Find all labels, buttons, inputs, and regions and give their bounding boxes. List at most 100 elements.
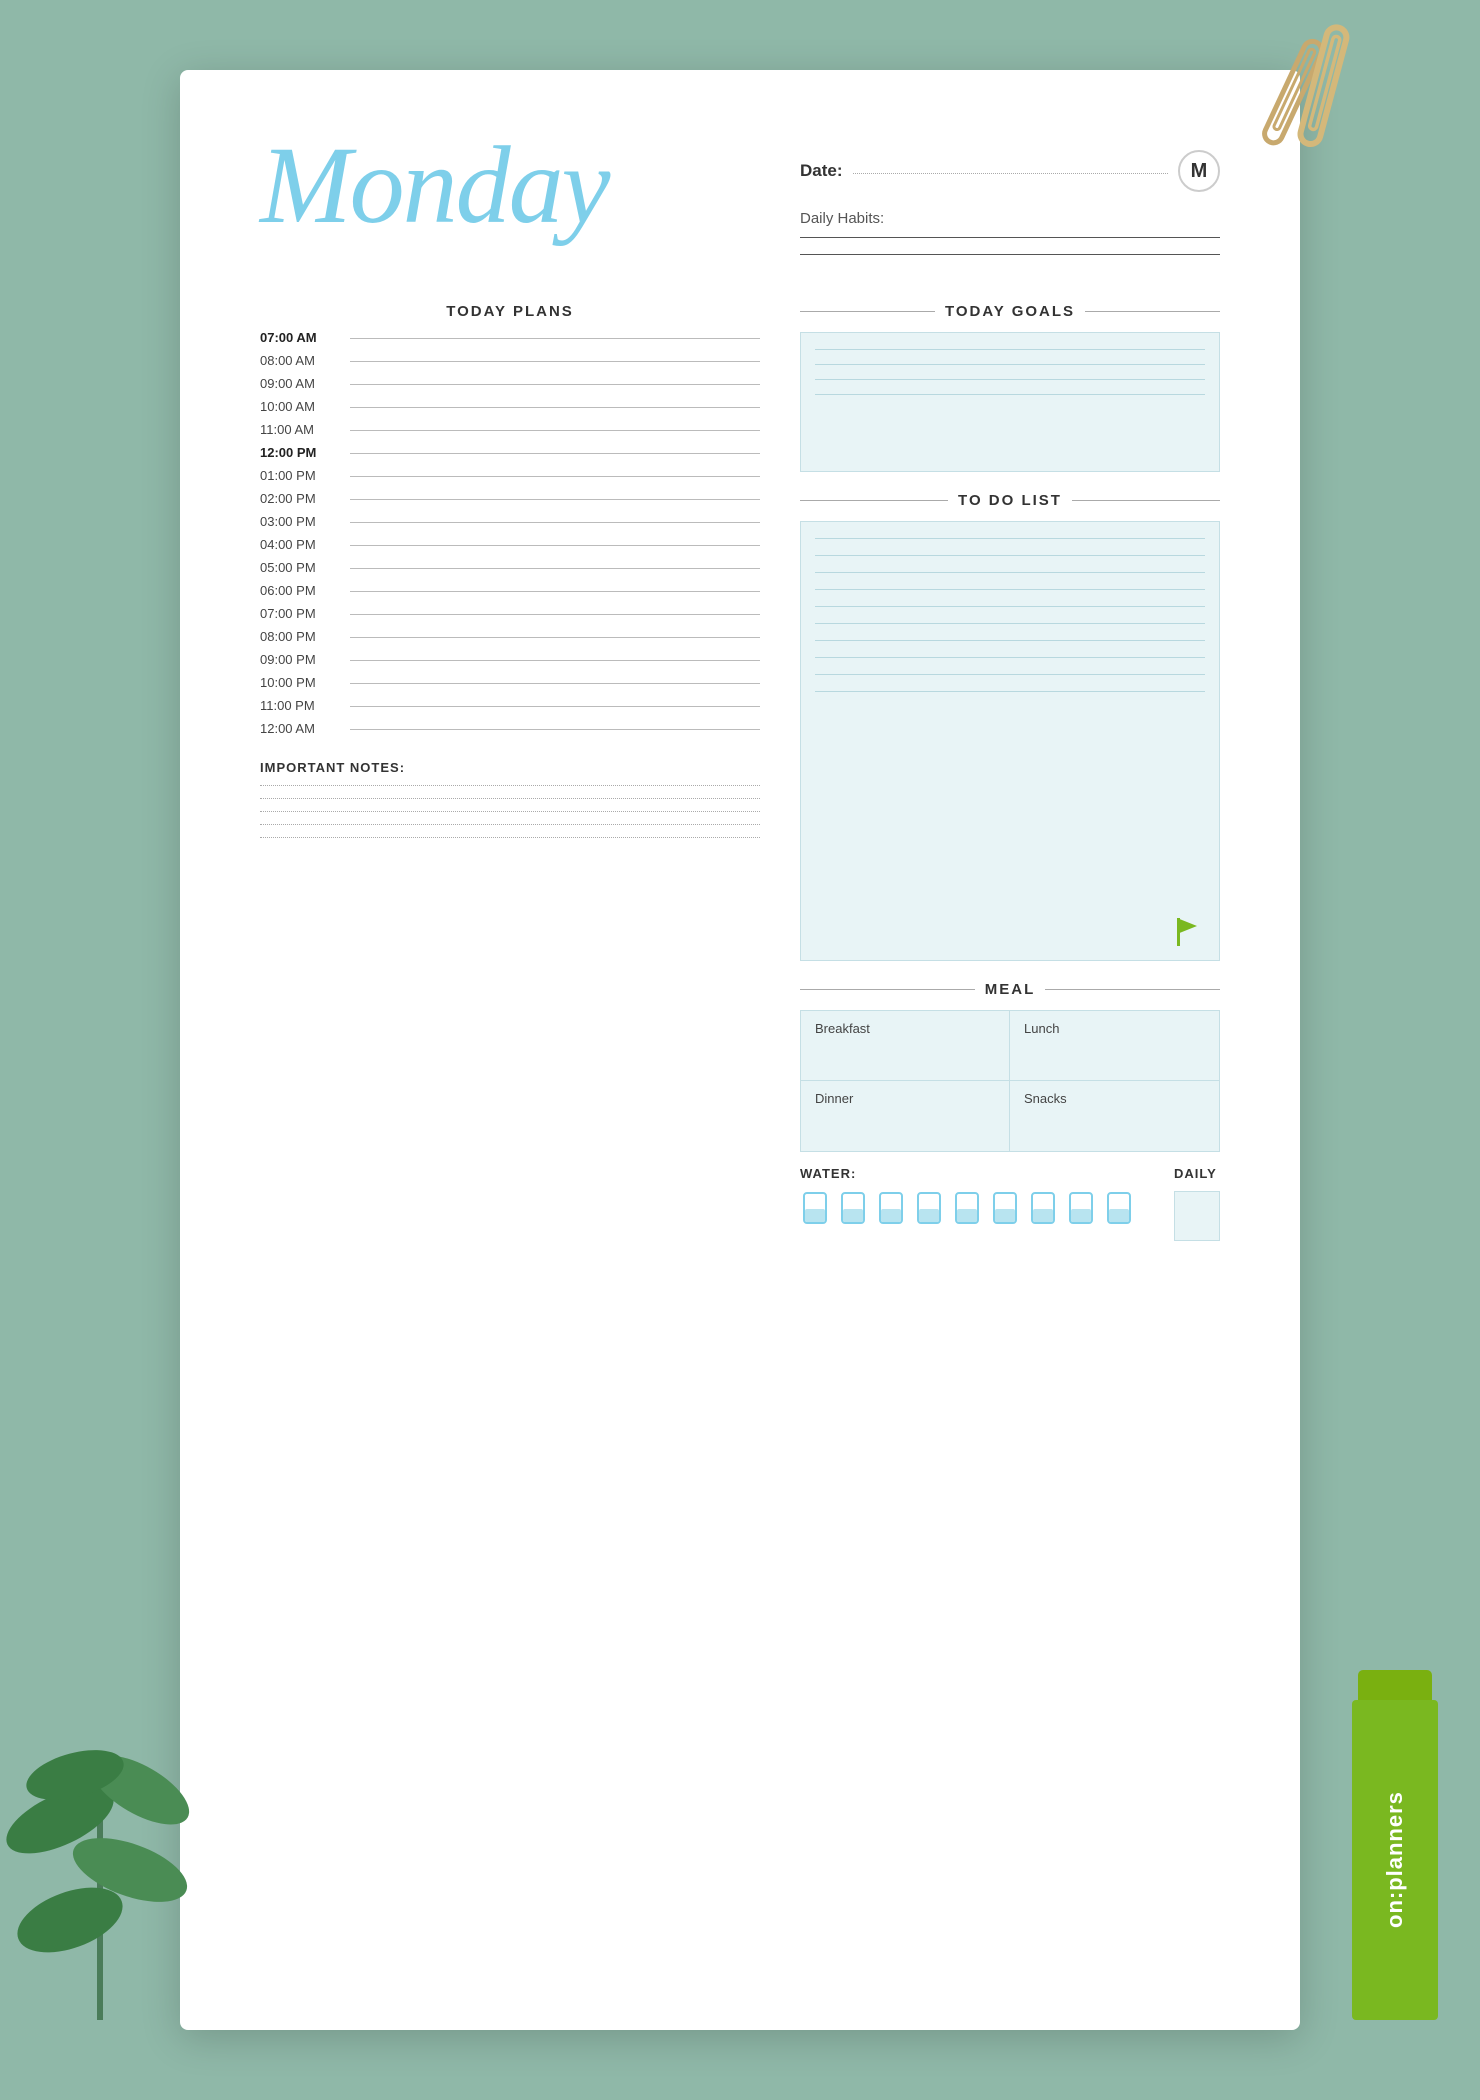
todo-section: TO DO LIST [800, 492, 1220, 961]
time-label: 12:00 AM [260, 721, 340, 736]
daily-right: DAILY [1174, 1166, 1220, 1241]
water-glass-icon [1066, 1191, 1096, 1227]
water-glass-icon [800, 1191, 830, 1227]
todo-line-5 [815, 606, 1205, 607]
time-slot: 02:00 PM [260, 491, 760, 506]
time-line [350, 361, 760, 362]
water-glasses [800, 1191, 1134, 1227]
date-row: Date: M [800, 150, 1220, 192]
todo-title: TO DO LIST [958, 492, 1062, 509]
water-section: WATER: DAILY [800, 1166, 1220, 1241]
today-plans-title: TODAY PLANS [260, 303, 760, 320]
time-label: 07:00 AM [260, 330, 340, 345]
todo-line-4 [815, 589, 1205, 590]
time-line [350, 476, 760, 477]
green-flag-icon [1177, 918, 1205, 946]
todo-divider-line-right [1072, 500, 1220, 501]
meal-divider: MEAL [800, 981, 1220, 998]
goals-line-4 [815, 394, 1205, 395]
time-slot: 08:00 AM [260, 353, 760, 368]
date-line [853, 173, 1168, 174]
goals-line-2 [815, 364, 1205, 365]
meal-grid: Breakfast Lunch Dinner Snacks [800, 1010, 1220, 1152]
todo-line-10 [815, 691, 1205, 692]
time-line [350, 729, 760, 730]
time-label: 10:00 AM [260, 399, 340, 414]
todo-box [800, 521, 1220, 961]
meal-divider-line-left [800, 989, 975, 990]
time-label: 02:00 PM [260, 491, 340, 506]
todo-line-9 [815, 674, 1205, 675]
water-glass-icon [914, 1191, 944, 1227]
time-label: 01:00 PM [260, 468, 340, 483]
habits-line-1 [800, 237, 1220, 238]
time-label: 08:00 PM [260, 629, 340, 644]
day-title-container: Monday [260, 130, 608, 240]
important-notes: IMPORTANT NOTES: [260, 760, 760, 838]
water-glass-icon [952, 1191, 982, 1227]
todo-line-1 [815, 538, 1205, 539]
time-label: 09:00 PM [260, 652, 340, 667]
notes-line-3 [260, 811, 760, 812]
habits-line-2 [800, 254, 1220, 255]
today-goals-title: TODAY GOALS [945, 303, 1075, 320]
daily-box [1174, 1191, 1220, 1241]
time-line [350, 338, 760, 339]
important-notes-title: IMPORTANT NOTES: [260, 760, 760, 775]
goals-divider: TODAY GOALS [800, 303, 1220, 320]
brand-label: on:planners [1352, 1700, 1438, 2020]
goals-line-1 [815, 349, 1205, 350]
time-slot: 09:00 AM [260, 376, 760, 391]
time-label: 08:00 AM [260, 353, 340, 368]
time-label: 07:00 PM [260, 606, 340, 621]
time-slot: 05:00 PM [260, 560, 760, 575]
header-section: Monday Date: M Daily Habits: [260, 130, 1220, 263]
time-label: 11:00 AM [260, 422, 340, 437]
water-glass-icon [876, 1191, 906, 1227]
time-label: 10:00 PM [260, 675, 340, 690]
time-line [350, 384, 760, 385]
todo-line-3 [815, 572, 1205, 573]
todo-divider-line-left [800, 500, 948, 501]
time-line [350, 683, 760, 684]
time-slot: 01:00 PM [260, 468, 760, 483]
time-slot: 10:00 AM [260, 399, 760, 414]
date-label: Date: [800, 161, 843, 181]
time-label: 03:00 PM [260, 514, 340, 529]
time-label: 06:00 PM [260, 583, 340, 598]
todo-line-8 [815, 657, 1205, 658]
time-slot: 08:00 PM [260, 629, 760, 644]
time-slot: 09:00 PM [260, 652, 760, 667]
time-slot: 11:00 AM [260, 422, 760, 437]
goals-box [800, 332, 1220, 472]
paperclips-decoration [1220, 20, 1420, 180]
time-label: 05:00 PM [260, 560, 340, 575]
planner-paper: Monday Date: M Daily Habits: TODAY PLANS… [180, 70, 1300, 2030]
water-left: WATER: [800, 1166, 1134, 1227]
left-column: TODAY PLANS 07:00 AM 08:00 AM 09:00 AM 10:0… [260, 303, 760, 1241]
time-line [350, 407, 760, 408]
daily-title: DAILY [1174, 1166, 1220, 1181]
time-label: 12:00 PM [260, 445, 340, 460]
meal-cell-dinner: Dinner [801, 1081, 1010, 1151]
todo-line-7 [815, 640, 1205, 641]
time-slot: 12:00 PM [260, 445, 760, 460]
main-content: TODAY PLANS 07:00 AM 08:00 AM 09:00 AM 10:0… [260, 303, 1220, 1241]
time-line [350, 637, 760, 638]
notes-line-2 [260, 798, 760, 799]
goals-divider-line [800, 311, 935, 312]
meal-cell-lunch: Lunch [1010, 1011, 1219, 1081]
meal-section: MEAL Breakfast Lunch Dinner Snacks [800, 981, 1220, 1241]
goals-line-3 [815, 379, 1205, 380]
notes-line-5 [260, 837, 760, 838]
time-slot: 07:00 AM [260, 330, 760, 345]
goals-divider-line-right [1085, 311, 1220, 312]
day-title: Monday [260, 130, 608, 240]
time-line [350, 660, 760, 661]
water-glass-icon [1028, 1191, 1058, 1227]
meal-divider-line-right [1045, 989, 1220, 990]
todo-divider: TO DO LIST [800, 492, 1220, 509]
time-line [350, 614, 760, 615]
time-line [350, 706, 760, 707]
time-slot: 07:00 PM [260, 606, 760, 621]
